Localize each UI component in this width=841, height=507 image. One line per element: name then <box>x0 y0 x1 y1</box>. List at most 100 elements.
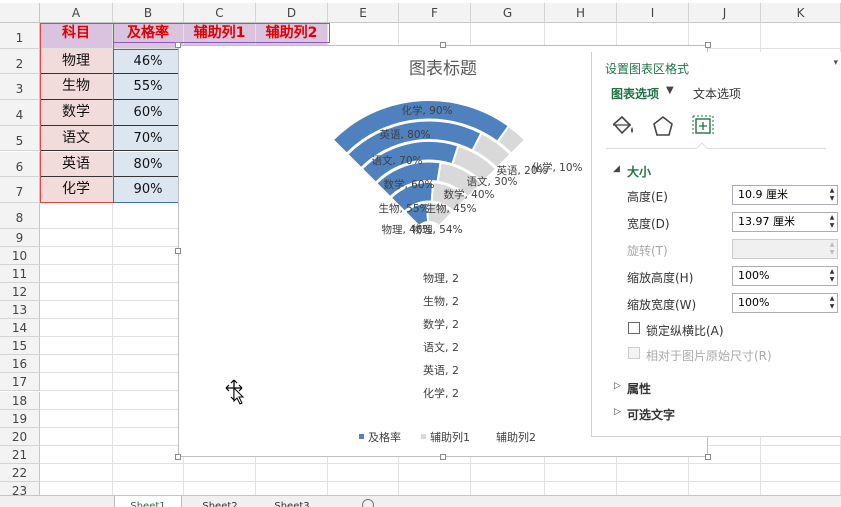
rate-cell[interactable]: 46% <box>113 48 184 75</box>
section-expand-icon[interactable]: ▷ <box>614 381 621 391</box>
cell[interactable] <box>113 463 184 482</box>
data-label-aux2[interactable]: 英语, 2 <box>423 363 459 377</box>
resize-handle-bottom[interactable] <box>440 454 446 460</box>
cell[interactable] <box>617 463 689 482</box>
section-alt-text[interactable]: 可选文字 <box>627 406 675 423</box>
sheet-tab-2[interactable]: Sheet2 <box>186 496 254 507</box>
resize-handle-left[interactable] <box>175 248 181 254</box>
subject-cell[interactable]: 生物 <box>40 74 113 101</box>
row-header-15[interactable]: 15 <box>0 337 40 356</box>
cell[interactable] <box>399 463 471 482</box>
cell[interactable] <box>113 301 184 320</box>
pane-menu-icon[interactable]: ▾ <box>833 58 838 68</box>
resize-handle-bl[interactable] <box>175 454 181 460</box>
legend-swatch[interactable] <box>487 434 492 439</box>
cell[interactable] <box>113 445 184 464</box>
sheet-tab-3[interactable]: Sheet3 <box>258 496 326 507</box>
row-header-17[interactable]: 17 <box>0 373 40 392</box>
add-sheet-icon[interactable] <box>362 499 374 507</box>
scale-width-input[interactable]: 100% ▲ ▼ <box>732 293 838 313</box>
scale-height-input[interactable]: 100% ▲ ▼ <box>732 266 838 286</box>
cell[interactable] <box>184 463 256 482</box>
cell[interactable] <box>761 23 841 49</box>
lock-aspect-checkbox[interactable] <box>628 322 640 334</box>
legend-entry[interactable]: 辅助列2 <box>496 430 536 444</box>
cell[interactable] <box>40 427 113 446</box>
chevron-down-icon[interactable]: ▼ <box>666 85 674 96</box>
data-label-rate[interactable]: 数学, 60% <box>383 178 434 191</box>
column-header-a[interactable]: A <box>40 3 113 23</box>
width-input[interactable]: 13.97 厘米 ▲ ▼ <box>732 212 838 232</box>
data-label-rate[interactable]: 语文, 70% <box>371 154 422 167</box>
rate-cell[interactable]: 55% <box>113 74 184 101</box>
row-header-19[interactable]: 19 <box>0 409 40 428</box>
cell[interactable] <box>113 355 184 374</box>
cell[interactable] <box>256 463 328 482</box>
cell[interactable] <box>40 228 113 247</box>
data-label-aux2[interactable]: 生物, 2 <box>423 294 459 308</box>
section-properties[interactable]: 属性 <box>627 380 651 397</box>
data-label-rate[interactable]: 英语, 80% <box>379 128 430 141</box>
cell[interactable] <box>689 463 761 482</box>
row-header-22[interactable]: 22 <box>0 463 40 482</box>
cell[interactable] <box>40 391 113 410</box>
row-header-13[interactable]: 13 <box>0 301 40 320</box>
data-label-rate[interactable]: 化学, 90% <box>401 104 452 117</box>
column-header-h[interactable]: H <box>545 3 617 23</box>
column-header-g[interactable]: G <box>471 3 545 23</box>
tab-text-options[interactable]: 文本选项 <box>693 85 741 102</box>
data-label-aux1[interactable]: 数学, 40% <box>443 188 494 201</box>
fill-line-icon[interactable] <box>610 114 636 138</box>
cell[interactable] <box>113 228 184 247</box>
cell[interactable] <box>40 355 113 374</box>
row-header-5[interactable]: 5 <box>0 125 40 152</box>
row-header-8[interactable]: 8 <box>0 202 40 229</box>
scale-height-spinner[interactable]: ▲ ▼ <box>828 268 836 284</box>
cell[interactable] <box>113 427 184 446</box>
column-header-i[interactable]: I <box>617 3 689 23</box>
rate-cell[interactable]: 90% <box>113 177 184 203</box>
data-label-aux2[interactable]: 化学, 2 <box>423 386 459 400</box>
data-label-aux1[interactable]: 物理, 54% <box>411 223 462 236</box>
cell[interactable] <box>113 409 184 428</box>
row-header-12[interactable]: 12 <box>0 282 40 301</box>
row-header-3[interactable]: 3 <box>0 74 40 101</box>
header-cell[interactable]: 及格率 <box>113 23 184 49</box>
resize-handle-top[interactable] <box>440 42 446 48</box>
cell[interactable] <box>471 463 545 482</box>
tab-chart-options[interactable]: 图表选项 <box>611 85 659 102</box>
row-header-16[interactable]: 16 <box>0 355 40 374</box>
row-header-7[interactable]: 7 <box>0 177 40 203</box>
subject-cell[interactable]: 语文 <box>40 125 113 152</box>
sheet-tab-1[interactable]: Sheet1 <box>114 496 182 507</box>
cell[interactable] <box>113 202 184 229</box>
cell[interactable] <box>40 319 113 338</box>
cell[interactable] <box>113 282 184 301</box>
cell[interactable] <box>113 337 184 356</box>
column-header-k[interactable]: K <box>761 3 841 23</box>
data-label-aux1[interactable]: 生物, 45% <box>425 202 476 215</box>
cell[interactable] <box>40 202 113 229</box>
data-label-aux2[interactable]: 数学, 2 <box>423 317 459 331</box>
cell[interactable] <box>328 463 399 482</box>
subject-cell[interactable]: 英语 <box>40 151 113 178</box>
height-input[interactable]: 10.9 厘米 ▲ ▼ <box>732 185 838 205</box>
rate-cell[interactable]: 70% <box>113 125 184 152</box>
cell[interactable] <box>40 246 113 265</box>
column-header-j[interactable]: J <box>689 3 761 23</box>
row-header-21[interactable]: 21 <box>0 445 40 464</box>
data-label-aux1[interactable]: 化学, 10% <box>531 161 582 174</box>
row-header-9[interactable]: 9 <box>0 228 40 247</box>
select-all-corner[interactable] <box>0 3 40 23</box>
cell[interactable] <box>113 391 184 410</box>
section-expand-icon[interactable]: ▷ <box>614 407 621 417</box>
column-header-b[interactable]: B <box>113 3 184 23</box>
data-label-rate[interactable]: 生物, 55% <box>378 202 429 215</box>
column-header-c[interactable]: C <box>184 3 256 23</box>
row-header-14[interactable]: 14 <box>0 319 40 338</box>
cell[interactable] <box>761 445 841 464</box>
legend-entry[interactable]: 及格率 <box>368 430 401 444</box>
row-header-2[interactable]: 2 <box>0 48 40 75</box>
width-spinner[interactable]: ▲ ▼ <box>828 214 836 230</box>
section-collapse-icon[interactable]: ◢ <box>613 164 620 174</box>
